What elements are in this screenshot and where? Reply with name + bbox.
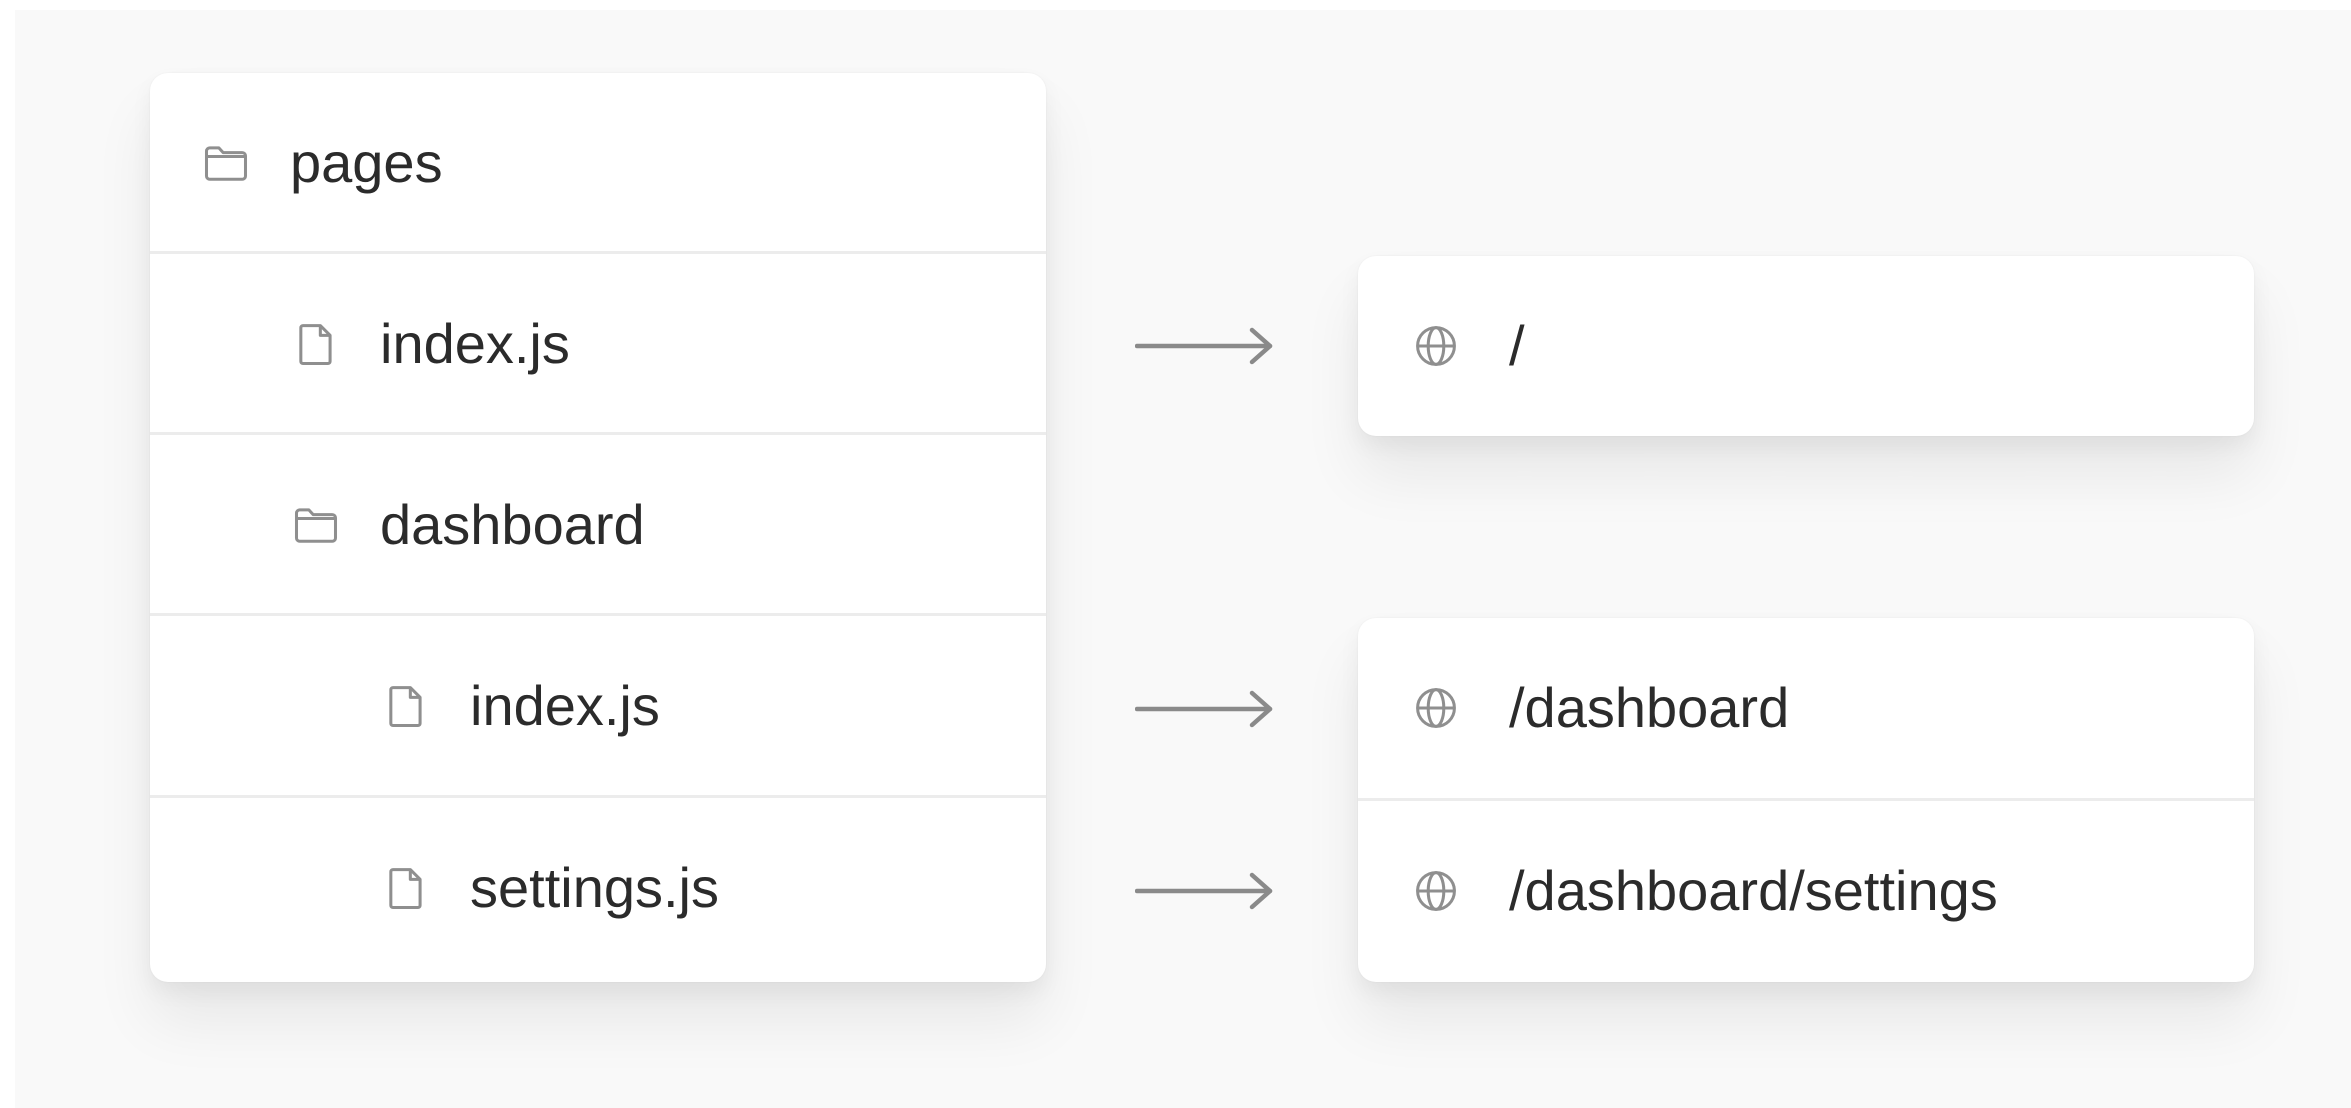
arrow-right-icon bbox=[1135, 326, 1275, 366]
globe-icon bbox=[1410, 682, 1462, 734]
tree-item-label: settings.js bbox=[470, 856, 719, 919]
file-tree-panel: pages index.js dashboard index.js settin… bbox=[150, 73, 1046, 982]
tree-item-dashboard-folder[interactable]: dashboard bbox=[150, 432, 1046, 615]
arrow-right-icon bbox=[1135, 689, 1275, 729]
tree-item-label: pages bbox=[290, 131, 443, 194]
globe-icon bbox=[1410, 320, 1462, 372]
tree-item-label: dashboard bbox=[380, 493, 645, 556]
file-icon bbox=[380, 862, 432, 914]
route-panel-root: / bbox=[1358, 256, 2254, 436]
globe-icon bbox=[1410, 865, 1462, 917]
tree-item-label: index.js bbox=[380, 312, 570, 375]
folder-icon bbox=[290, 499, 342, 551]
file-icon bbox=[290, 318, 342, 370]
route-panel-dashboard: /dashboard /dashboard/settings bbox=[1358, 618, 2254, 982]
tree-item-index-file[interactable]: index.js bbox=[150, 251, 1046, 434]
folder-icon bbox=[200, 137, 252, 189]
route-item-dashboard[interactable]: /dashboard bbox=[1358, 618, 2254, 798]
tree-item-pages-folder[interactable]: pages bbox=[150, 73, 1046, 253]
route-item-root[interactable]: / bbox=[1358, 256, 2254, 436]
arrow-right-icon bbox=[1135, 871, 1275, 911]
tree-item-label: index.js bbox=[470, 674, 660, 737]
tree-item-dashboard-index-file[interactable]: index.js bbox=[150, 613, 1046, 796]
tree-item-settings-file[interactable]: settings.js bbox=[150, 795, 1046, 978]
route-item-dashboard-settings[interactable]: /dashboard/settings bbox=[1358, 798, 2254, 981]
route-label: /dashboard/settings bbox=[1509, 859, 1998, 922]
file-icon bbox=[380, 680, 432, 732]
route-label: /dashboard bbox=[1509, 676, 1790, 739]
route-label: / bbox=[1509, 314, 1525, 377]
